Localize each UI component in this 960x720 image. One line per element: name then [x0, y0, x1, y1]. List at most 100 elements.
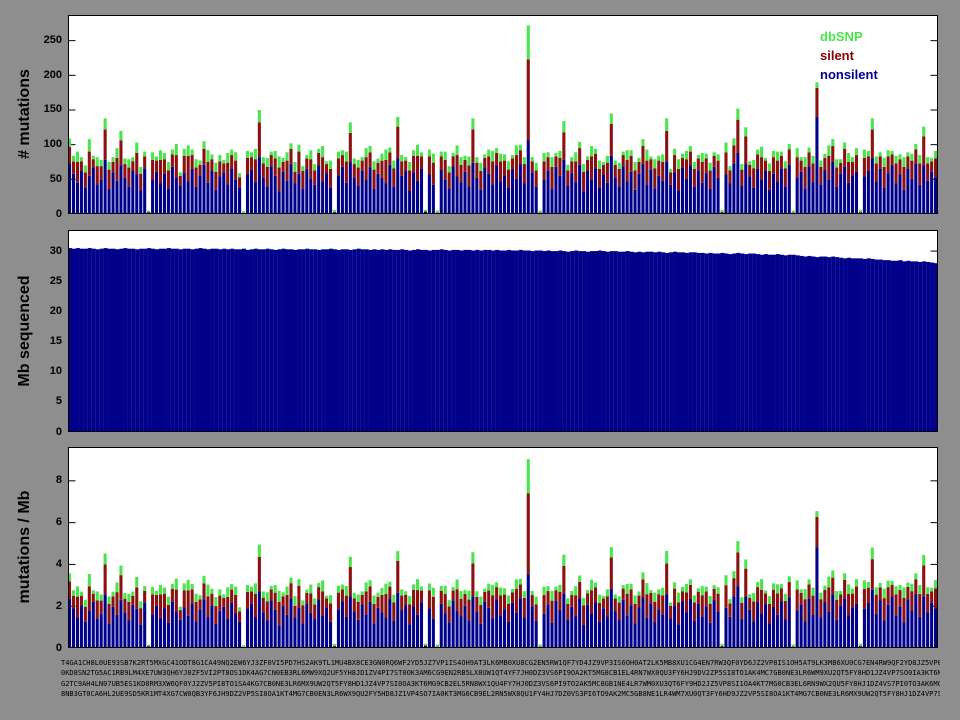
bar-segment-Mb sequenced	[902, 261, 906, 432]
bar-segment-silent	[815, 517, 818, 547]
bar-segment-dbSNP	[519, 579, 522, 585]
bar-segment-dbSNP	[143, 152, 146, 157]
bar-segment-Mb sequenced	[258, 249, 262, 432]
bar-segment-dbSNP	[448, 166, 451, 172]
bar-segment-dbSNP	[119, 131, 122, 141]
bar-segment-nonsilent	[910, 610, 913, 648]
bar-segment-nonsilent	[823, 170, 826, 214]
bar-segment-dbSNP	[463, 156, 466, 160]
bar-segment-silent	[270, 589, 273, 600]
bar-segment-nonsilent	[547, 604, 550, 648]
bar-segment-dbSNP	[495, 582, 498, 587]
bar-segment-dbSNP	[202, 141, 205, 149]
bar-segment-silent	[202, 583, 205, 599]
bar-segment-dbSNP	[365, 148, 368, 157]
bar-segment-silent	[887, 587, 890, 605]
bar-segment-Mb sequenced	[835, 257, 839, 432]
bar-segment-silent	[349, 567, 352, 596]
bar-segment-nonsilent	[258, 591, 261, 648]
bar-segment-dbSNP	[167, 162, 170, 170]
bar-segment-dbSNP	[309, 585, 312, 594]
bar-segment-nonsilent	[582, 191, 585, 214]
bar-segment-nonsilent	[266, 621, 269, 648]
bar-segment-nonsilent	[558, 176, 561, 214]
bar-segment-dbSNP	[214, 163, 217, 172]
bar-segment-Mb sequenced	[685, 253, 689, 432]
bar-segment-nonsilent	[693, 621, 696, 648]
legend-label-silent: silent	[820, 48, 854, 63]
bar-segment-silent	[369, 152, 372, 167]
bar-segment-dbSNP	[214, 597, 217, 606]
bar-segment-Mb sequenced	[910, 261, 914, 432]
bar-segment-silent	[214, 172, 217, 190]
bar-segment-silent	[440, 591, 443, 604]
bar-segment-silent	[649, 159, 652, 169]
bar-segment-silent	[740, 170, 743, 186]
bar-segment-silent	[554, 590, 557, 600]
bar-segment-Mb sequenced	[270, 249, 274, 432]
bar-segment-dbSNP	[127, 594, 130, 602]
bar-segment-silent	[250, 591, 253, 603]
bar-segment-Mb sequenced	[752, 254, 756, 432]
bar-segment-dbSNP	[503, 154, 506, 160]
bar-segment-nonsilent	[630, 605, 633, 648]
bar-segment-Mb sequenced	[772, 255, 776, 432]
bar-segment-dbSNP	[859, 210, 862, 212]
bar-segment-dbSNP	[361, 157, 364, 160]
bar-segment-Mb sequenced	[740, 254, 744, 432]
bar-segment-nonsilent	[206, 617, 209, 648]
bar-segment-silent	[590, 156, 593, 179]
bar-segment-dbSNP	[578, 142, 581, 148]
bar-segment-silent	[689, 585, 692, 599]
bar-segment-silent	[823, 590, 826, 602]
bar-segment-nonsilent	[736, 153, 739, 214]
bar-segment-dbSNP	[159, 150, 162, 160]
bar-segment-silent	[297, 152, 300, 174]
y-tick-label: 15	[12, 335, 62, 348]
bar-segment-nonsilent	[558, 610, 561, 648]
bar-segment-dbSNP	[673, 149, 676, 155]
bar-segment-dbSNP	[321, 580, 324, 591]
bar-segment-nonsilent	[230, 603, 233, 648]
bar-segment-Mb sequenced	[578, 251, 582, 432]
legend: dbSNP silent nonsilent	[820, 27, 878, 84]
bar-segment-nonsilent	[210, 605, 213, 648]
bar-segment-dbSNP	[210, 154, 213, 159]
bar-segment-Mb sequenced	[515, 251, 519, 432]
bar-segment-dbSNP	[329, 595, 332, 603]
bar-segment-dbSNP	[883, 158, 886, 167]
bar-segment-silent	[634, 604, 637, 624]
bar-segment-dbSNP	[242, 211, 245, 213]
bar-segment-silent	[918, 594, 921, 617]
bar-segment-silent	[222, 598, 225, 607]
bar-segment-silent	[883, 598, 886, 620]
bar-segment-Mb sequenced	[274, 250, 278, 432]
bar-segment-Mb sequenced	[598, 251, 602, 432]
bar-segment-nonsilent	[388, 165, 391, 214]
bar-segment-dbSNP	[827, 145, 830, 155]
bar-segment-dbSNP	[752, 160, 755, 168]
bar-segment-silent	[404, 595, 407, 605]
bar-segment-silent	[293, 172, 296, 184]
bar-segment-dbSNP	[396, 551, 399, 561]
bar-segment-dbSNP	[685, 151, 688, 159]
bar-segment-silent	[373, 604, 376, 623]
bar-segment-silent	[167, 170, 170, 188]
bar-segment-silent	[622, 155, 625, 166]
bar-segment-nonsilent	[254, 616, 257, 648]
bar-segment-silent	[282, 162, 285, 172]
bar-segment-silent	[373, 170, 376, 189]
bar-segment-silent	[618, 169, 621, 186]
bar-segment-dbSNP	[594, 149, 597, 154]
bar-segment-nonsilent	[361, 605, 364, 648]
bar-segment-dbSNP	[523, 591, 526, 598]
bar-segment-Mb sequenced	[108, 249, 112, 432]
bar-segment-Mb sequenced	[879, 260, 883, 432]
bar-segment-silent	[523, 598, 526, 617]
bar-segment-nonsilent	[179, 186, 182, 214]
bar-segment-dbSNP	[226, 153, 229, 163]
bar-segment-silent	[930, 161, 933, 171]
bar-segment-silent	[495, 587, 498, 599]
bar-segment-Mb sequenced	[456, 250, 460, 432]
bar-segment-nonsilent	[84, 188, 87, 214]
